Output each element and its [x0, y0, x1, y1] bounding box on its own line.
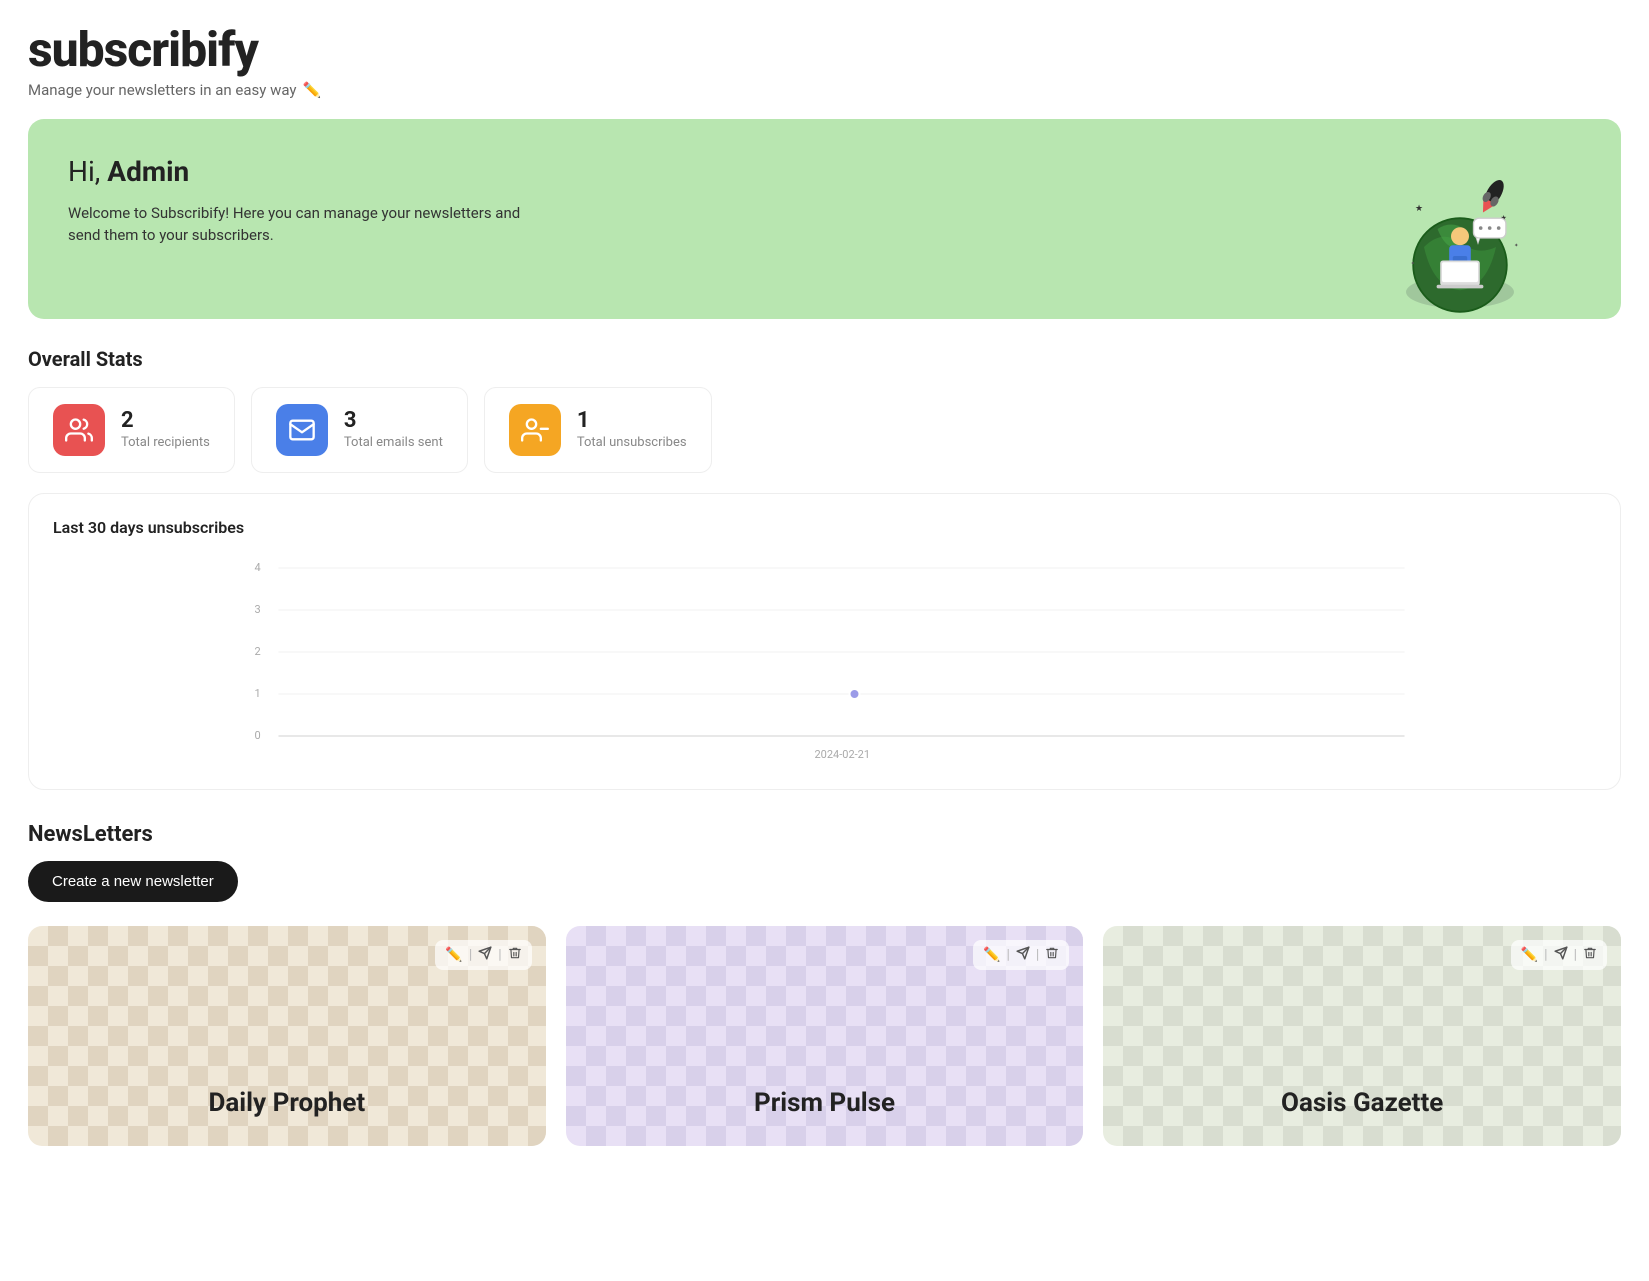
chart-card: Last 30 days unsubscribes 4 3 2 1 0 2024…	[28, 493, 1621, 790]
chart-title: Last 30 days unsubscribes	[53, 518, 1596, 537]
stats-section-title: Overall Stats	[28, 347, 1621, 371]
card-actions-daily-prophet: ✏️ | |	[435, 940, 531, 970]
delete-icon[interactable]	[1583, 946, 1597, 964]
card-actions-oasis-gazette: ✏️ | |	[1511, 940, 1607, 970]
app-title: subscribify	[28, 24, 1621, 77]
stat-card-emails: 3 Total emails sent	[251, 387, 468, 473]
newsletter-grid: ✏️ | | Daily Prophet ✏️ | | Prism Pulse	[28, 926, 1621, 1146]
recipients-icon	[53, 404, 105, 456]
edit-icon[interactable]: ✏️	[983, 947, 1000, 963]
sep1: |	[1006, 947, 1009, 963]
svg-text:0: 0	[255, 729, 261, 742]
newsletter-card-prism-pulse: ✏️ | | Prism Pulse	[566, 926, 1084, 1146]
svg-text:1: 1	[255, 687, 261, 700]
sep2: |	[498, 947, 501, 963]
svg-text:4: 4	[255, 561, 261, 574]
delete-icon[interactable]	[508, 946, 522, 964]
chart-area: 4 3 2 1 0 2024-02-21	[53, 553, 1596, 773]
edit-icon[interactable]: ✏️	[1521, 947, 1538, 963]
newsletter-card-daily-prophet: ✏️ | | Daily Prophet	[28, 926, 546, 1146]
send-icon[interactable]	[1554, 946, 1568, 964]
emails-count: 3	[344, 409, 443, 433]
newsletter-title-prism-pulse: Prism Pulse	[566, 1068, 1084, 1146]
stat-card-unsubscribes: 1 Total unsubscribes	[484, 387, 712, 473]
stats-row: 2 Total recipients 3 Total emails sent 1…	[28, 387, 1621, 473]
newsletters-section-title: NewsLetters	[28, 822, 1621, 847]
hero-greeting: Hi, Admin	[68, 155, 1581, 188]
unsubscribes-count: 1	[577, 409, 687, 433]
unsubscribes-icon	[509, 404, 561, 456]
svg-text:3: 3	[255, 603, 261, 616]
recipients-count: 2	[121, 409, 210, 433]
unsubscribes-label: Total unsubscribes	[577, 435, 687, 450]
sep2: |	[1036, 947, 1039, 963]
newsletter-card-oasis-gazette: ✏️ | | Oasis Gazette	[1103, 926, 1621, 1146]
svg-text:✦: ✦	[1411, 261, 1416, 267]
send-icon[interactable]	[478, 946, 492, 964]
edit-icon[interactable]: ✏️	[445, 947, 462, 963]
svg-text:2024-02-21: 2024-02-21	[815, 748, 871, 761]
hero-description: Welcome to Subscribify! Here you can man…	[68, 202, 548, 247]
svg-text:2: 2	[255, 645, 261, 658]
create-newsletter-button[interactable]: Create a new newsletter	[28, 861, 238, 902]
sep1: |	[1544, 947, 1547, 963]
recipients-label: Total recipients	[121, 435, 210, 450]
sep2: |	[1574, 947, 1577, 963]
sep1: |	[469, 947, 472, 963]
delete-icon[interactable]	[1045, 946, 1059, 964]
hero-banner: Hi, Admin Welcome to Subscribify! Here y…	[28, 119, 1621, 319]
emails-icon	[276, 404, 328, 456]
send-icon[interactable]	[1016, 946, 1030, 964]
stat-card-recipients: 2 Total recipients	[28, 387, 235, 473]
newsletter-title-daily-prophet: Daily Prophet	[28, 1068, 546, 1146]
newsletter-title-oasis-gazette: Oasis Gazette	[1103, 1068, 1621, 1146]
emails-label: Total emails sent	[344, 435, 443, 450]
app-subtitle: Manage your newsletters in an easy way ✏…	[28, 81, 1621, 99]
card-actions-prism-pulse: ✏️ | |	[973, 940, 1069, 970]
